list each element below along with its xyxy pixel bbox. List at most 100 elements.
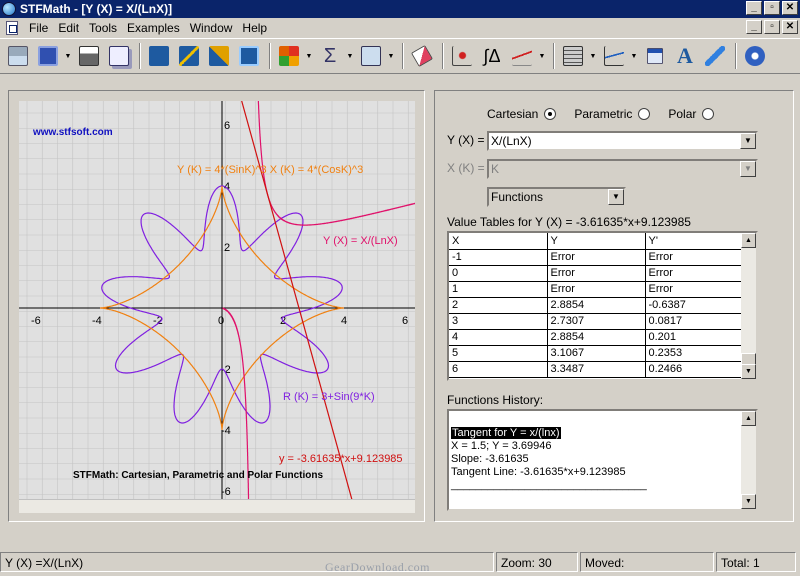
print-icon[interactable]	[75, 42, 103, 70]
history-vertical-scrollbar[interactable]: ▲ ▼	[741, 411, 756, 509]
value-table[interactable]: X Y Y' -1 Error Error 0 Error Error 1 Error Erro…	[447, 231, 758, 381]
radio-polar[interactable]	[702, 108, 715, 120]
menu-window[interactable]: Window	[185, 21, 238, 35]
toolbar-separator	[269, 43, 271, 69]
eraser-icon[interactable]	[408, 42, 436, 70]
graph-canvas[interactable]: -6 -4 -2 0 2 4 6642-2-4-6 www.stfsoft.com Y (K…	[19, 101, 415, 499]
menu-edit[interactable]: Edit	[53, 21, 84, 35]
scroll-down-icon[interactable]: ▼	[741, 494, 756, 509]
functions-history[interactable]: Tangent for Y = x/(lnx) X = 1.5; Y = 3.6…	[447, 409, 758, 511]
table-cell: Error	[645, 249, 744, 266]
doc-restore-button[interactable]: ▫	[764, 20, 780, 34]
table-cell: Error	[547, 249, 646, 266]
footer-watermark: GearDownload.com	[325, 560, 430, 574]
point-icon[interactable]	[448, 42, 476, 70]
column-header-derivative[interactable]: Y'	[645, 233, 744, 250]
zoom-fit-icon[interactable]	[235, 42, 263, 70]
radio-cartesian-label[interactable]: Cartesian	[487, 107, 538, 121]
graph-horizontal-scrollbar[interactable]	[19, 499, 415, 513]
menu-examples[interactable]: Examples	[122, 21, 185, 35]
status-moved: Moved:	[580, 552, 714, 572]
window-icon[interactable]	[34, 42, 62, 70]
function-type-value: Functions	[491, 190, 544, 204]
chart-dropdown-icon[interactable]: ▼	[630, 42, 638, 70]
window-list-icon[interactable]	[641, 42, 669, 70]
radio-parametric[interactable]	[638, 108, 651, 120]
tangent-dropdown-icon[interactable]: ▼	[538, 42, 546, 70]
view-icon[interactable]	[357, 42, 385, 70]
chevron-down-icon[interactable]: ▼	[608, 189, 624, 205]
y-function-combo[interactable]: X/(LnX) ▼	[487, 131, 758, 151]
status-zoom: Zoom: 30	[496, 552, 578, 572]
tangent-icon[interactable]	[508, 42, 536, 70]
x-tick-label: 0	[218, 315, 224, 327]
radio-cartesian[interactable]	[544, 108, 557, 120]
history-line: Tangent for Y = x/(lnx)	[451, 427, 561, 439]
scroll-up-icon[interactable]: ▲	[741, 233, 756, 248]
toolbar: ▼ ▼ Σ ▼ ▼ ∫Δ ▼ ▼ ▼ A	[0, 38, 800, 74]
colors-icon[interactable]	[275, 42, 303, 70]
table-row[interactable]: 5 3.1067 0.2353	[449, 345, 744, 362]
history-line: Slope: -3.61635	[451, 453, 529, 465]
column-header-x[interactable]: X	[449, 233, 548, 250]
x-function-label: X (K) =	[447, 161, 485, 175]
column-header-y[interactable]: Y	[547, 233, 646, 250]
scroll-down-icon[interactable]: ▼	[741, 364, 756, 379]
tangent-line	[241, 101, 353, 499]
menu-file[interactable]: File	[24, 21, 53, 35]
table-row[interactable]: 2 2.8854 -0.6387	[449, 297, 744, 314]
colors-dropdown-icon[interactable]: ▼	[305, 42, 313, 70]
copy-icon[interactable]	[105, 42, 133, 70]
table-cell: -1	[449, 249, 548, 266]
calculator-dropdown-icon[interactable]: ▼	[589, 42, 597, 70]
sigma-dropdown-icon[interactable]: ▼	[346, 42, 354, 70]
minimize-button[interactable]: _	[746, 1, 762, 15]
tangent-label: y = -3.61635*x+9.123985	[279, 453, 403, 465]
import-icon[interactable]	[145, 42, 173, 70]
close-button[interactable]: ✕	[782, 1, 798, 15]
calculator-icon[interactable]	[559, 42, 587, 70]
doc-close-button[interactable]: ✕	[782, 20, 798, 34]
chart-icon[interactable]	[600, 42, 628, 70]
zoom-out-icon[interactable]	[175, 42, 203, 70]
zoom-in-icon[interactable]	[205, 42, 233, 70]
parametric-label: Y (K) = 4*(SinK)^3 X (K) = 4*(CosK)^3	[177, 164, 363, 176]
function-type-select[interactable]: Functions ▼	[487, 187, 626, 207]
text-icon[interactable]: A	[671, 42, 699, 70]
title-bar: STFMath - [Y (X) = X/(LnX)] _ ▫ ✕	[0, 0, 800, 18]
table-cell: 1	[449, 281, 548, 298]
table-cell: 3.1067	[547, 345, 646, 362]
table-cell: 0.2353	[645, 345, 744, 362]
table-row[interactable]: -1 Error Error	[449, 249, 744, 266]
table-icon[interactable]	[4, 42, 32, 70]
chevron-down-icon: ▼	[740, 161, 756, 177]
history-line: Tangent Line: -3.61635*x+9.123985	[451, 466, 626, 478]
sigma-icon[interactable]: Σ	[316, 42, 344, 70]
restore-button[interactable]: ▫	[764, 1, 780, 15]
radio-polar-label[interactable]: Polar	[668, 107, 696, 121]
table-row[interactable]: 0 Error Error	[449, 265, 744, 282]
settings-icon[interactable]	[741, 42, 769, 70]
x-function-combo: K ▼	[487, 159, 758, 179]
chevron-down-icon[interactable]: ▼	[740, 133, 756, 149]
table-cell: 0.0817	[645, 313, 744, 330]
x-tick-label: -4	[92, 315, 102, 327]
toolbar-separator	[442, 43, 444, 69]
table-cell: 6	[449, 361, 548, 378]
table-row[interactable]: 6 3.3487 0.2466	[449, 361, 744, 378]
document-icon[interactable]	[6, 20, 18, 35]
scroll-up-icon[interactable]: ▲	[741, 411, 756, 426]
radio-parametric-label[interactable]: Parametric	[574, 107, 632, 121]
menu-tools[interactable]: Tools	[84, 21, 122, 35]
pen-icon[interactable]	[701, 42, 729, 70]
table-vertical-scrollbar[interactable]: ▲ ▼	[741, 233, 756, 379]
table-row[interactable]: 3 2.7307 0.0817	[449, 313, 744, 330]
doc-minimize-button[interactable]: _	[746, 20, 762, 34]
menu-help[interactable]: Help	[237, 21, 272, 35]
window-dropdown-icon[interactable]: ▼	[64, 42, 72, 70]
integral-icon[interactable]: ∫Δ	[478, 42, 506, 70]
table-row[interactable]: 4 2.8854 0.201	[449, 329, 744, 346]
y-function-label: Y (X) =	[447, 133, 485, 147]
table-row[interactable]: 1 Error Error	[449, 281, 744, 298]
view-dropdown-icon[interactable]: ▼	[387, 42, 395, 70]
